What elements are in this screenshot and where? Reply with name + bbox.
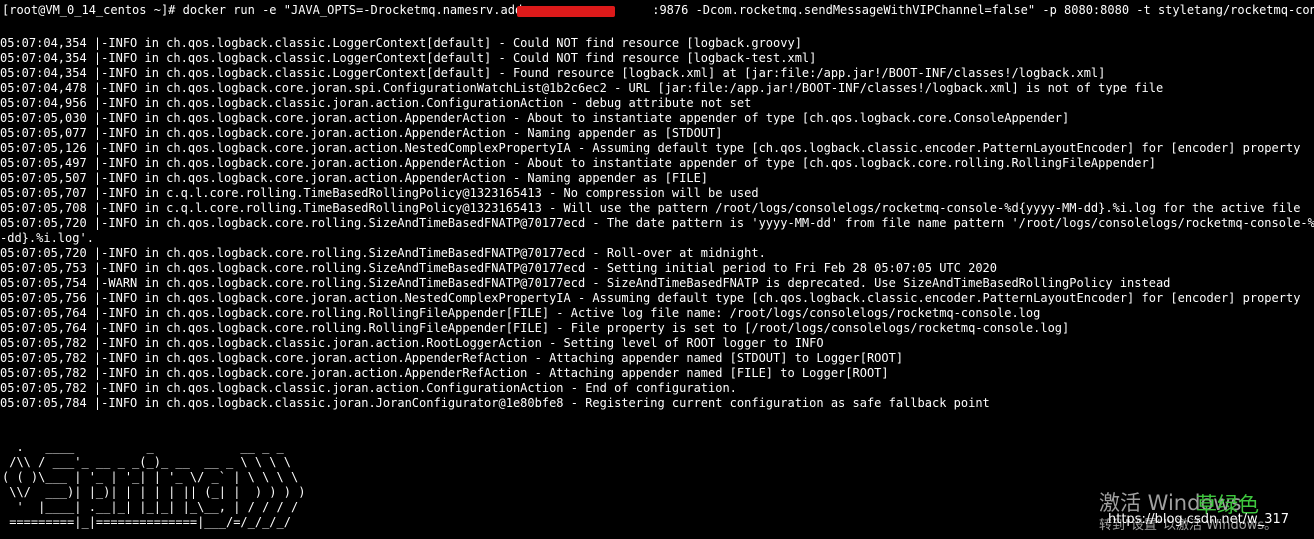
log-line: 05:07:05,030 |-INFO in ch.qos.logback.co… [0, 111, 1070, 125]
banner-line: ' |____| .__|_| |_|_| |_\__, | / / / / [2, 500, 299, 514]
redaction-mark [517, 6, 615, 17]
log-line: 05:07:05,077 |-INFO in ch.qos.logback.co… [0, 126, 723, 140]
log-line: 05:07:04,956 |-INFO in ch.qos.logback.cl… [0, 96, 752, 110]
log-line: 05:07:05,756 |-INFO in ch.qos.logback.co… [0, 291, 1301, 305]
log-line: 05:07:05,507 |-INFO in ch.qos.logback.co… [0, 171, 709, 185]
banner-line: =========|_|==============|___/=/_/_/_/ [2, 515, 291, 529]
log-line: 05:07:05,782 |-INFO in ch.qos.logback.co… [0, 366, 889, 380]
log-line: 05:07:04,354 |-INFO in ch.qos.logback.cl… [0, 51, 817, 65]
log-line: 05:07:04,354 |-INFO in ch.qos.logback.cl… [0, 36, 802, 50]
banner-line: /\\ / ___'_ __ _ _(_)_ __ __ _ \ \ \ \ [2, 455, 291, 469]
log-line: 05:07:05,707 |-INFO in c.q.l.core.rollin… [0, 186, 759, 200]
banner-line: ( ( )\___ | '_ | '_| | '_ \/ _` | \ \ \ … [2, 470, 299, 484]
terminal-window[interactable]: [root@VM_0_14_centos ~]# docker run -e "… [0, 0, 1314, 539]
command-line: [root@VM_0_14_centos ~]# docker run -e "… [2, 3, 1314, 17]
log-line: 05:07:05,720 |-INFO in ch.qos.logback.co… [0, 246, 766, 260]
log-line: 05:07:04,478 |-INFO in ch.qos.logback.co… [0, 81, 1164, 95]
log-line: -dd}.%i.log'. [0, 231, 94, 245]
log-line: 05:07:05,754 |-WARN in ch.qos.logback.co… [0, 276, 1171, 290]
log-line: 05:07:04,354 |-INFO in ch.qos.logback.cl… [0, 66, 1106, 80]
log-line: 05:07:05,764 |-INFO in ch.qos.logback.co… [0, 321, 1070, 335]
log-line: 05:07:05,126 |-INFO in ch.qos.logback.co… [0, 141, 1301, 155]
log-line: 05:07:05,764 |-INFO in ch.qos.logback.co… [0, 306, 1041, 320]
log-line: 05:07:05,782 |-INFO in ch.qos.logback.cl… [0, 381, 737, 395]
log-line: 05:07:05,782 |-INFO in ch.qos.logback.co… [0, 351, 904, 365]
log-line: 05:07:05,497 |-INFO in ch.qos.logback.co… [0, 156, 1156, 170]
banner-line: \\/ ___)| |_)| | | | | || (_| | ) ) ) ) [2, 485, 306, 499]
log-line: 05:07:05,753 |-INFO in ch.qos.logback.co… [0, 261, 997, 275]
log-line: 05:07:05,784 |-INFO in ch.qos.logback.cl… [0, 396, 990, 410]
banner-line: . ____ _ __ _ _ [2, 440, 284, 454]
log-line: 05:07:05,720 |-INFO in ch.qos.logback.co… [0, 216, 1314, 230]
log-line: 05:07:05,782 |-INFO in ch.qos.logback.cl… [0, 336, 824, 350]
log-line: 05:07:05,708 |-INFO in c.q.l.core.rollin… [0, 201, 1301, 215]
blog-url-watermark: https://blog.csdn.net/w_317 [1108, 512, 1290, 527]
